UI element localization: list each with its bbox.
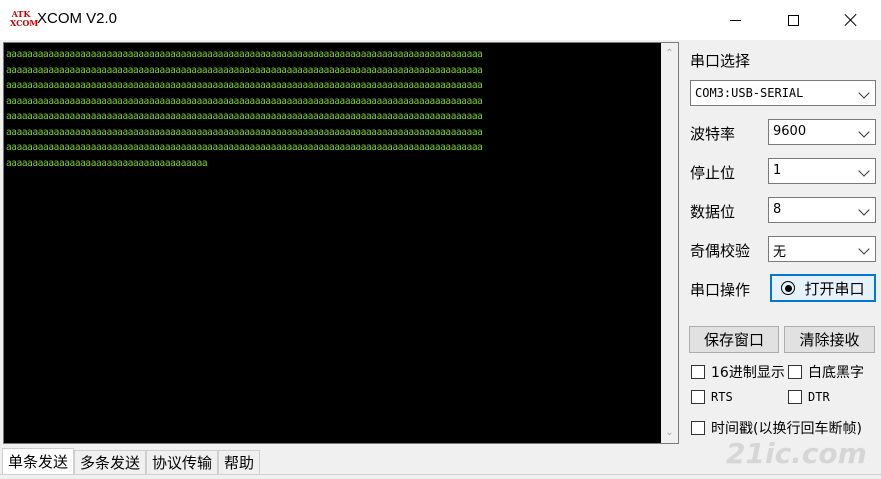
- clear-receive-label: 清除接收: [799, 331, 860, 349]
- timestamp-label: 时间戳(以换行回车断帧): [711, 421, 862, 437]
- hex-display-checkbox[interactable]: 16进制显示: [691, 362, 785, 382]
- vertical-scrollbar[interactable]: ⌃ ⌄: [661, 43, 678, 443]
- checkbox-icon: [691, 421, 705, 435]
- dtr-checkbox[interactable]: DTR: [788, 390, 830, 404]
- baud-select-value: 9600: [773, 124, 807, 139]
- chevron-down-icon: [858, 126, 870, 138]
- close-button[interactable]: [822, 0, 880, 40]
- dtr-label: DTR: [808, 390, 830, 404]
- checkbox-icon: [788, 390, 802, 404]
- checkbox-icon: [691, 390, 705, 404]
- open-port-button[interactable]: 打开串口: [770, 274, 876, 302]
- stop-bits-select[interactable]: 1: [768, 158, 876, 184]
- maximize-button[interactable]: [764, 0, 822, 40]
- scroll-up-icon[interactable]: ⌃: [661, 45, 678, 62]
- checkbox-icon: [788, 365, 802, 379]
- window-title: XCOM V2.0: [37, 10, 118, 27]
- chevron-down-icon: [858, 87, 870, 99]
- minimize-button[interactable]: [706, 0, 764, 40]
- receive-area[interactable]: aaaaaaaaaaaaaaaaaaaaaaaaaaaaaaaaaaaaaaaa…: [3, 42, 679, 444]
- chevron-down-icon: [858, 165, 870, 177]
- data-bits-select[interactable]: 8: [768, 197, 876, 223]
- app-logo-icon: ATK XCOM: [10, 9, 39, 28]
- open-port-label: 打开串口: [804, 279, 865, 298]
- port-select[interactable]: COM3:USB-SERIAL: [690, 80, 876, 106]
- save-window-button[interactable]: 保存窗口: [689, 326, 779, 353]
- port-select-value: COM3:USB-SERIAL: [695, 86, 804, 100]
- port-select-label: 串口选择: [690, 52, 751, 70]
- parity-select[interactable]: 无: [768, 236, 876, 262]
- tab-help[interactable]: 帮助: [218, 450, 261, 474]
- stop-bits-value: 1: [773, 163, 782, 178]
- stop-bits-label: 停止位: [690, 164, 736, 182]
- baud-select[interactable]: 9600: [768, 119, 876, 145]
- tab-single-send[interactable]: 单条发送: [2, 448, 75, 474]
- title-bar: ATK XCOM XCOM V2.0: [0, 0, 881, 40]
- save-window-label: 保存窗口: [703, 331, 764, 349]
- parity-label: 奇偶校验: [690, 242, 751, 260]
- white-bg-label: 白底黑字: [808, 365, 864, 381]
- watermark-logo: 21ic.com: [726, 437, 867, 470]
- clear-receive-button[interactable]: 清除接收: [784, 326, 875, 353]
- port-operation-label: 串口操作: [690, 281, 751, 299]
- send-tabs: 单条发送 多条发送 协议传输 帮助: [2, 448, 261, 474]
- data-bits-value: 8: [773, 202, 782, 217]
- received-text: aaaaaaaaaaaaaaaaaaaaaaaaaaaaaaaaaaaaaaaa…: [6, 49, 483, 169]
- tab-bar-divider: [0, 474, 881, 475]
- settings-panel: 串口选择 COM3:USB-SERIAL 波特率 9600 停止位 1 数据位 …: [680, 42, 881, 452]
- chevron-down-icon: [858, 204, 870, 216]
- white-bg-checkbox[interactable]: 白底黑字: [788, 362, 864, 382]
- timestamp-checkbox[interactable]: 时间戳(以换行回车断帧): [691, 418, 862, 438]
- parity-value: 无: [773, 245, 787, 260]
- rts-label: RTS: [711, 390, 733, 404]
- chevron-down-icon: [858, 243, 870, 255]
- checkbox-icon: [691, 365, 705, 379]
- radio-indicator-icon: [781, 281, 796, 295]
- data-bits-label: 数据位: [690, 203, 736, 221]
- close-icon: [844, 13, 858, 27]
- hex-display-label: 16进制显示: [711, 365, 785, 381]
- scroll-down-icon[interactable]: ⌄: [661, 424, 678, 441]
- maximize-icon: [787, 14, 799, 26]
- tab-protocol[interactable]: 协议传输: [146, 450, 219, 474]
- tab-multi-send[interactable]: 多条发送: [74, 450, 147, 474]
- baud-label: 波特率: [690, 125, 736, 143]
- minimize-icon: [729, 19, 741, 21]
- rts-checkbox[interactable]: RTS: [691, 390, 733, 404]
